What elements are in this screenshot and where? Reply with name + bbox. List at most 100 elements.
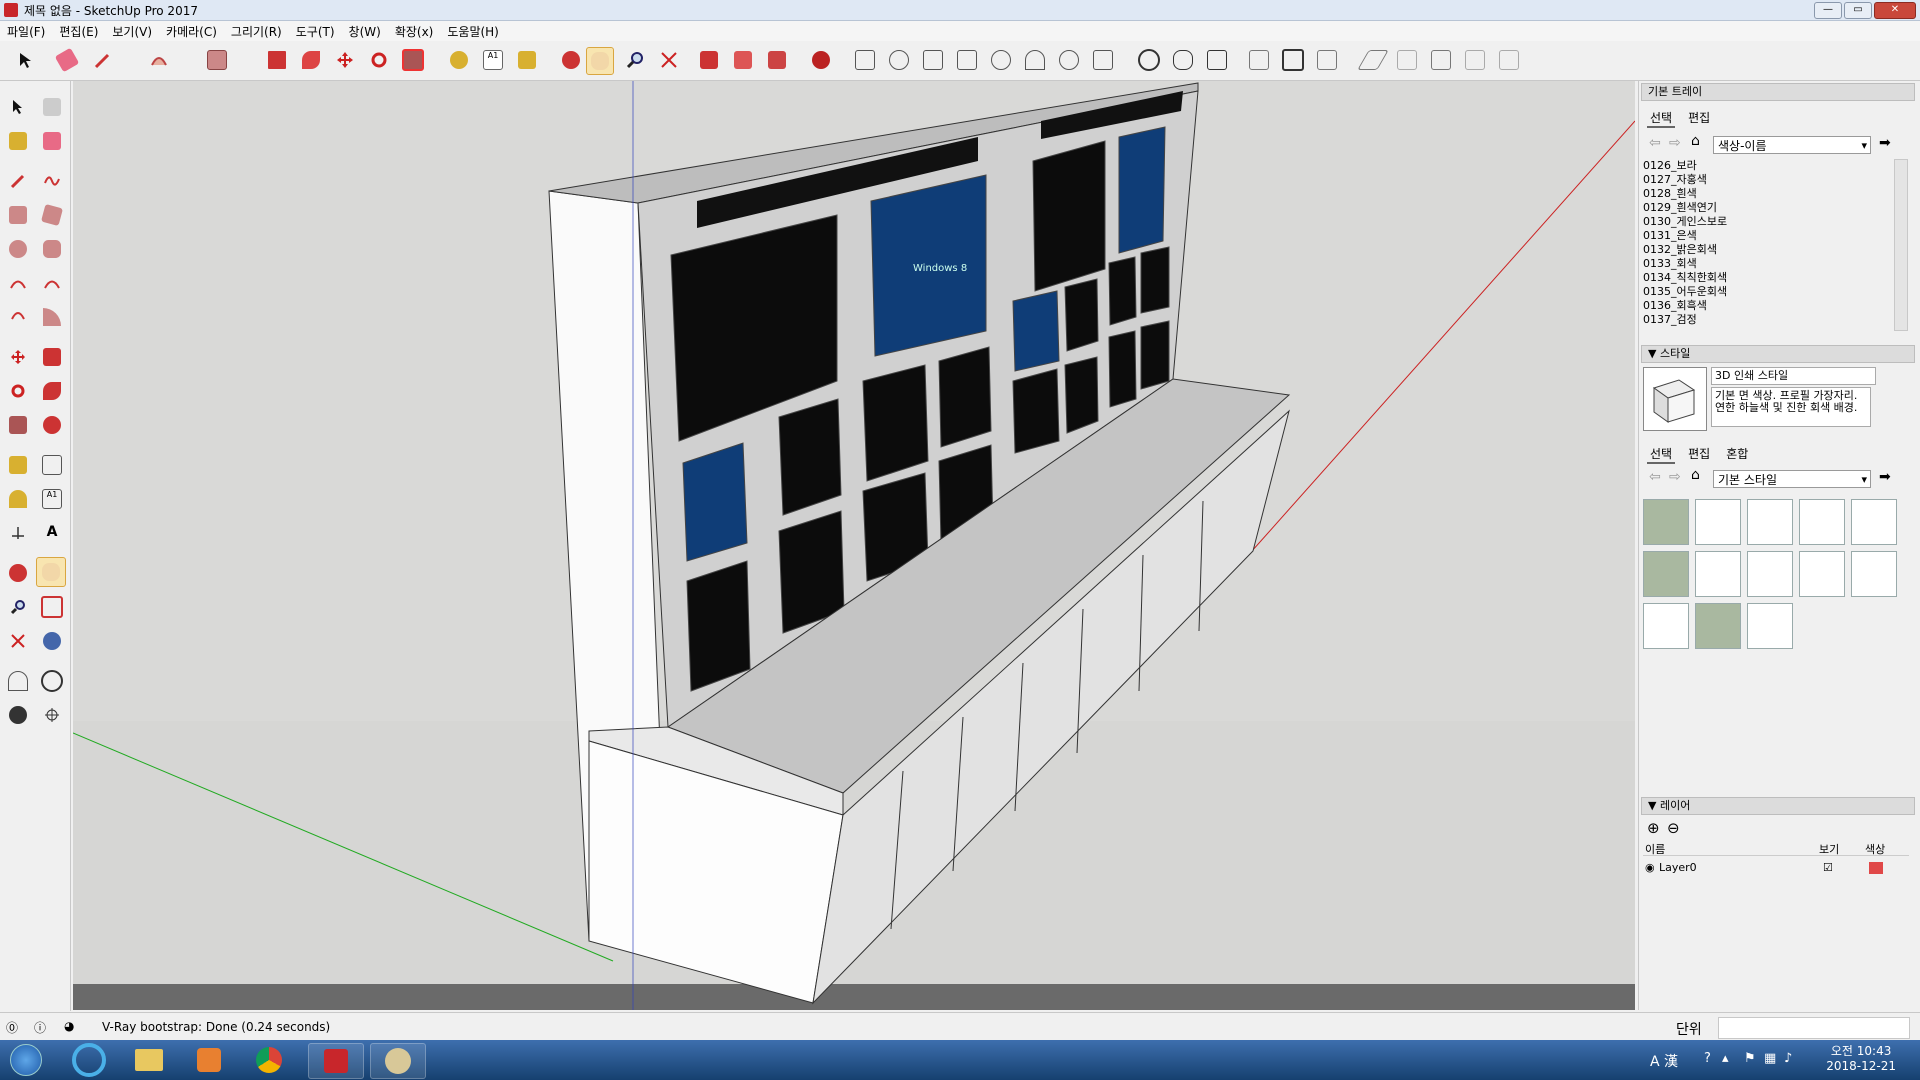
vray-clipper-button[interactable] — [1496, 47, 1522, 73]
measurement-input[interactable] — [1718, 1017, 1910, 1039]
make-component-tool[interactable] — [38, 93, 66, 121]
tab-materials-select[interactable]: 선택 — [1647, 109, 1676, 128]
tab-styles-select[interactable]: 선택 — [1647, 445, 1676, 464]
details-arrow-icon[interactable]: ➡ — [1879, 135, 1891, 151]
paint-bucket-tool-button[interactable] — [514, 47, 540, 73]
material-item[interactable]: 0126_보라 — [1643, 159, 1883, 173]
followme-tool-button[interactable] — [298, 47, 324, 73]
line-tool[interactable] — [4, 167, 32, 195]
select-tool[interactable] — [4, 93, 32, 121]
flag-icon[interactable]: ⚑ — [1744, 1051, 1756, 1066]
taskbar-ie[interactable] — [62, 1043, 116, 1077]
material-item[interactable]: 0133_회색 — [1643, 257, 1883, 271]
tab-materials-edit[interactable]: 편집 — [1685, 109, 1713, 128]
walk-tool[interactable] — [4, 701, 32, 729]
extension-warehouse-button[interactable] — [808, 47, 834, 73]
material-item[interactable]: 0136_회흑색 — [1643, 299, 1883, 313]
orbit-tool[interactable] — [4, 559, 32, 587]
menu-camera[interactable]: 카메라(C) — [159, 23, 224, 40]
minimize-button[interactable]: — — [1814, 2, 1842, 19]
taskbar-media-player[interactable] — [182, 1043, 236, 1077]
position-camera-tool[interactable] — [4, 667, 32, 695]
style-description-field[interactable]: 기본 면 색상. 프로필 가장자리. 연한 하늘색 및 진한 회색 배경. — [1711, 387, 1871, 427]
taskbar-chrome[interactable] — [242, 1043, 296, 1077]
vray-dome-button[interactable] — [1022, 47, 1048, 73]
menu-tools[interactable]: 도구(T) — [289, 23, 342, 40]
show-hidden-icons-icon[interactable]: ▴ — [1722, 1051, 1729, 1066]
menu-window[interactable]: 창(W) — [342, 23, 388, 40]
select-tool-button[interactable] — [12, 47, 38, 73]
pushpull-tool[interactable] — [38, 343, 66, 371]
style-thumb-1[interactable] — [1643, 499, 1689, 545]
eraser-tool-button[interactable] — [54, 47, 80, 73]
material-item[interactable]: 0130_게인스보로 — [1643, 215, 1883, 229]
remove-layer-icon[interactable]: ⊖ — [1667, 819, 1680, 837]
help-icon[interactable]: ? — [1704, 1051, 1711, 1066]
paint-tool[interactable] — [4, 127, 32, 155]
orbit-tool-button[interactable] — [558, 47, 584, 73]
material-item[interactable]: 0135_어두운회색 — [1643, 285, 1883, 299]
style-thumb-13[interactable] — [1747, 603, 1793, 649]
3d-text-tool[interactable]: A — [38, 519, 66, 547]
vray-render-button[interactable] — [1136, 47, 1162, 73]
rotated-rectangle-tool[interactable] — [38, 201, 66, 229]
styles-details-arrow-icon[interactable]: ➡ — [1879, 469, 1891, 485]
pie-tool[interactable] — [38, 303, 66, 331]
menu-draw[interactable]: 그리기(R) — [224, 23, 289, 40]
tape-measure-tool[interactable] — [4, 451, 32, 479]
vray-proxy-export-button[interactable] — [1394, 47, 1420, 73]
rotate-tool[interactable] — [4, 377, 32, 405]
rectangle-tool-button[interactable] — [204, 47, 230, 73]
zoom-tool-button[interactable] — [622, 47, 648, 73]
vray-settings-button[interactable] — [852, 47, 878, 73]
style-name-field[interactable]: 3D 인쇄 스타일 — [1711, 367, 1876, 385]
rectangle-tool[interactable] — [4, 201, 32, 229]
active-layer-radio-icon[interactable]: ◉ — [1645, 861, 1655, 874]
arc-tool-button[interactable] — [146, 47, 172, 73]
section-plane-tool[interactable] — [38, 701, 66, 729]
material-item[interactable]: 0129_흰색연기 — [1643, 201, 1883, 215]
pan-tool[interactable] — [36, 557, 66, 587]
pan-tool-button[interactable] — [586, 47, 614, 75]
add-layer-icon[interactable]: ⊕ — [1647, 819, 1660, 837]
vray-ies-button[interactable] — [954, 47, 980, 73]
volume-icon[interactable]: ♪ — [1784, 1051, 1792, 1066]
style-collection-select[interactable]: 기본 스타일 — [1713, 470, 1871, 489]
rotate-tool-button[interactable] — [366, 47, 392, 73]
freehand-tool[interactable] — [38, 167, 66, 195]
menu-help[interactable]: 도움말(H) — [440, 23, 506, 40]
move-tool[interactable] — [4, 343, 32, 371]
zoom-extents-button[interactable] — [656, 47, 682, 73]
protractor-tool[interactable] — [4, 485, 32, 513]
material-item[interactable]: 0127_자홍색 — [1643, 173, 1883, 187]
pushpull-tool-button[interactable] — [264, 47, 290, 73]
network-icon[interactable]: ▦ — [1764, 1051, 1776, 1066]
styles-back-icon[interactable]: ⇦ — [1649, 469, 1661, 485]
line-tool-button[interactable] — [90, 47, 116, 73]
style-thumb-2[interactable] — [1695, 499, 1741, 545]
forward-icon[interactable]: ⇨ — [1669, 135, 1681, 151]
menu-extensions[interactable]: 확장(x) — [388, 23, 441, 40]
menu-file[interactable]: 파일(F) — [0, 23, 52, 40]
text-tool-button[interactable]: A1 — [480, 47, 506, 73]
zoom-window-tool[interactable] — [38, 593, 66, 621]
vray-sphere-button[interactable] — [1056, 47, 1082, 73]
polygon-tool[interactable] — [38, 235, 66, 263]
layer-row[interactable]: ◉ Layer0 ☑ — [1643, 861, 1909, 877]
info-icon[interactable]: ⓘ — [34, 1019, 46, 1036]
vray-fur-button[interactable] — [1462, 47, 1488, 73]
frame-buffer-button[interactable] — [1246, 47, 1272, 73]
vray-batch-button[interactable] — [1204, 47, 1230, 73]
dimension-tool[interactable] — [38, 451, 66, 479]
vray-proxy-import-button[interactable] — [1428, 47, 1454, 73]
taskbar-sketchup[interactable] — [308, 1043, 364, 1079]
styles-header[interactable]: ▼ 스타일 — [1641, 345, 1915, 363]
vray-light-button[interactable] — [920, 47, 946, 73]
lock-camera-button[interactable] — [1314, 47, 1340, 73]
warehouse-button[interactable] — [696, 47, 722, 73]
previous-view-tool[interactable] — [38, 627, 66, 655]
vray-omni-button[interactable] — [988, 47, 1014, 73]
scale-tool[interactable] — [4, 411, 32, 439]
arc-tool[interactable] — [4, 269, 32, 297]
camera-view-button[interactable] — [1280, 47, 1306, 73]
